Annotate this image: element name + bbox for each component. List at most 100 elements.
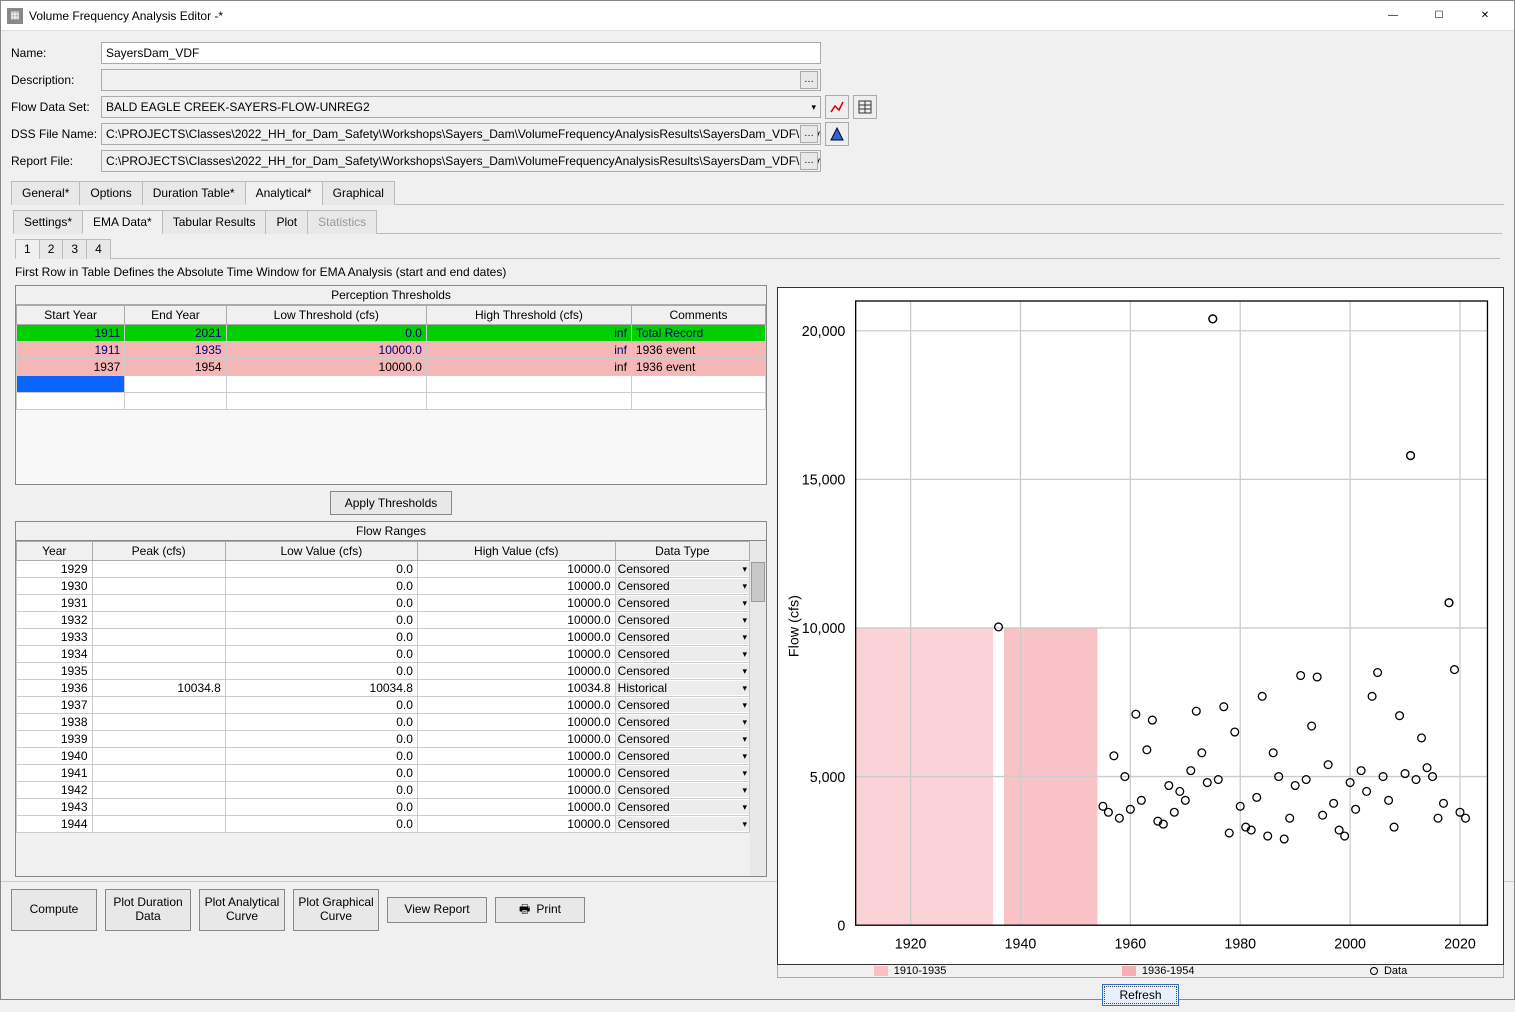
thresholds-cell[interactable]: 1936 event (631, 342, 765, 359)
plot-analytical-cur -button[interactable]: Plot Analytical Curve (199, 889, 285, 931)
tab-analytical[interactable]: Analytical* (245, 181, 323, 205)
datatype-select[interactable]: Censored▾ (616, 630, 749, 644)
flowranges-cell[interactable]: 1935 (17, 663, 93, 680)
scrollbar-vertical[interactable] (750, 541, 766, 876)
flowranges-cell[interactable]: 1934 (17, 646, 93, 663)
thresholds-cell[interactable] (125, 376, 226, 393)
flowranges-cell[interactable]: 0.0 (225, 663, 417, 680)
datatype-select[interactable]: Censored▾ (616, 596, 749, 610)
table-data-icon[interactable] (853, 95, 877, 119)
subtab-plot[interactable]: Plot (265, 210, 308, 234)
thresholds-header[interactable]: Start Year (17, 306, 125, 325)
datatype-select[interactable]: Censored▾ (616, 664, 749, 678)
flowranges-cell[interactable]: 0.0 (225, 697, 417, 714)
flowranges-cell[interactable]: 10000.0 (417, 731, 615, 748)
thresholds-table[interactable]: Start YearEnd YearLow Threshold (cfs)Hig… (16, 305, 766, 410)
flowranges-cell[interactable]: 1939 (17, 731, 93, 748)
close-button[interactable]: ✕ (1462, 2, 1508, 30)
chart-box[interactable]: 19201940196019802000202005,00010,00015,0… (777, 287, 1504, 965)
datatype-select[interactable]: Censored▾ (616, 613, 749, 627)
numtab-2[interactable]: 2 (39, 239, 64, 259)
flowranges-cell[interactable]: 10000.0 (417, 748, 615, 765)
datatype-select[interactable]: Censored▾ (616, 562, 749, 576)
flowranges-cell[interactable]: 0.0 (225, 799, 417, 816)
subtab-tabularresults[interactable]: Tabular Results (162, 210, 267, 234)
maximize-button[interactable]: ☐ (1416, 2, 1462, 30)
datatype-select[interactable]: Censored▾ (616, 817, 749, 831)
description-expand-button[interactable]: … (800, 71, 818, 89)
flowranges-cell[interactable]: 0.0 (225, 629, 417, 646)
flowranges-cell[interactable]: 1943 (17, 799, 93, 816)
subtab-settings[interactable]: Settings* (13, 210, 83, 234)
flowranges-cell[interactable]: 1937 (17, 697, 93, 714)
dssfile-plot-icon[interactable] (825, 122, 849, 146)
thresholds-cell[interactable] (17, 393, 125, 410)
flowranges-cell[interactable] (92, 561, 225, 578)
thresholds-cell[interactable] (226, 376, 426, 393)
thresholds-cell[interactable]: 1911 (17, 325, 125, 342)
flow-ranges-table[interactable]: YearPeak (cfs)Low Value (cfs)High Value … (16, 541, 750, 833)
thresholds-cell[interactable] (226, 393, 426, 410)
flowranges-cell[interactable]: 1938 (17, 714, 93, 731)
datatype-select[interactable]: Censored▾ (616, 579, 749, 593)
flowranges-cell[interactable]: 10034.8 (225, 680, 417, 697)
tab-options[interactable]: Options (79, 181, 142, 205)
flowranges-cell[interactable] (92, 748, 225, 765)
datatype-select[interactable]: Censored▾ (616, 647, 749, 661)
flowranges-cell[interactable]: 10000.0 (417, 663, 615, 680)
dssfile-expand-button[interactable]: … (800, 125, 818, 143)
flowranges-cell[interactable]: 0.0 (225, 816, 417, 833)
flowranges-cell[interactable] (92, 595, 225, 612)
thresholds-cell[interactable] (631, 393, 765, 410)
flowranges-cell[interactable]: 0.0 (225, 782, 417, 799)
datatype-select[interactable]: Historical▾ (616, 681, 749, 695)
thresholds-header[interactable]: High Threshold (cfs) (426, 306, 631, 325)
report-expand-button[interactable]: … (800, 152, 818, 170)
flowranges-header[interactable]: Year (17, 542, 93, 561)
flowranges-cell[interactable]: 0.0 (225, 612, 417, 629)
tab-graphical[interactable]: Graphical (322, 181, 395, 205)
flowranges-cell[interactable] (92, 578, 225, 595)
compute-button[interactable]: Compute (11, 889, 97, 931)
flowranges-cell[interactable] (92, 782, 225, 799)
plot-duration-data-button[interactable]: Plot Duration Data (105, 889, 191, 931)
thresholds-cell[interactable]: Total Record (631, 325, 765, 342)
thresholds-cell[interactable]: inf (426, 325, 631, 342)
flowranges-cell[interactable]: 10034.8 (417, 680, 615, 697)
print-button[interactable]: 🖶 Print (495, 897, 585, 923)
flowranges-cell[interactable] (92, 731, 225, 748)
flowranges-cell[interactable]: 10000.0 (417, 629, 615, 646)
flowranges-cell[interactable]: 1941 (17, 765, 93, 782)
flowranges-cell[interactable]: 0.0 (225, 765, 417, 782)
flowranges-header[interactable]: Low Value (cfs) (225, 542, 417, 561)
thresholds-cell[interactable]: inf (426, 342, 631, 359)
plot-data-icon[interactable] (825, 95, 849, 119)
flowranges-cell[interactable] (92, 799, 225, 816)
flowranges-header[interactable]: Peak (cfs) (92, 542, 225, 561)
thresholds-cell[interactable]: 10000.0 (226, 342, 426, 359)
thresholds-cell[interactable] (17, 376, 125, 393)
flowranges-cell[interactable]: 0.0 (225, 748, 417, 765)
tab-general[interactable]: General* (11, 181, 80, 205)
flowranges-cell[interactable] (92, 646, 225, 663)
thresholds-header[interactable]: Low Threshold (cfs) (226, 306, 426, 325)
flowranges-cell[interactable] (92, 663, 225, 680)
flowranges-cell[interactable]: 10000.0 (417, 595, 615, 612)
flowranges-cell[interactable]: 0.0 (225, 578, 417, 595)
flowranges-cell[interactable]: 10000.0 (417, 646, 615, 663)
thresholds-cell[interactable]: 2021 (125, 325, 226, 342)
flowranges-cell[interactable]: 10000.0 (417, 765, 615, 782)
flowranges-cell[interactable]: 1931 (17, 595, 93, 612)
description-input[interactable]: … (101, 69, 821, 91)
datatype-select[interactable]: Censored▾ (616, 766, 749, 780)
thresholds-header[interactable]: Comments (631, 306, 765, 325)
flowranges-cell[interactable]: 1929 (17, 561, 93, 578)
apply-thresholds-button[interactable]: Apply Thresholds (330, 491, 453, 515)
refresh-button[interactable]: Refresh (1102, 984, 1178, 1006)
flowranges-cell[interactable]: 1933 (17, 629, 93, 646)
flowranges-cell[interactable]: 0.0 (225, 731, 417, 748)
flowranges-cell[interactable]: 0.0 (225, 561, 417, 578)
flowdata-select[interactable]: BALD EAGLE CREEK-SAYERS-FLOW-UNREG2 ▾ (101, 96, 821, 118)
flowranges-cell[interactable]: 10000.0 (417, 697, 615, 714)
datatype-select[interactable]: Censored▾ (616, 749, 749, 763)
